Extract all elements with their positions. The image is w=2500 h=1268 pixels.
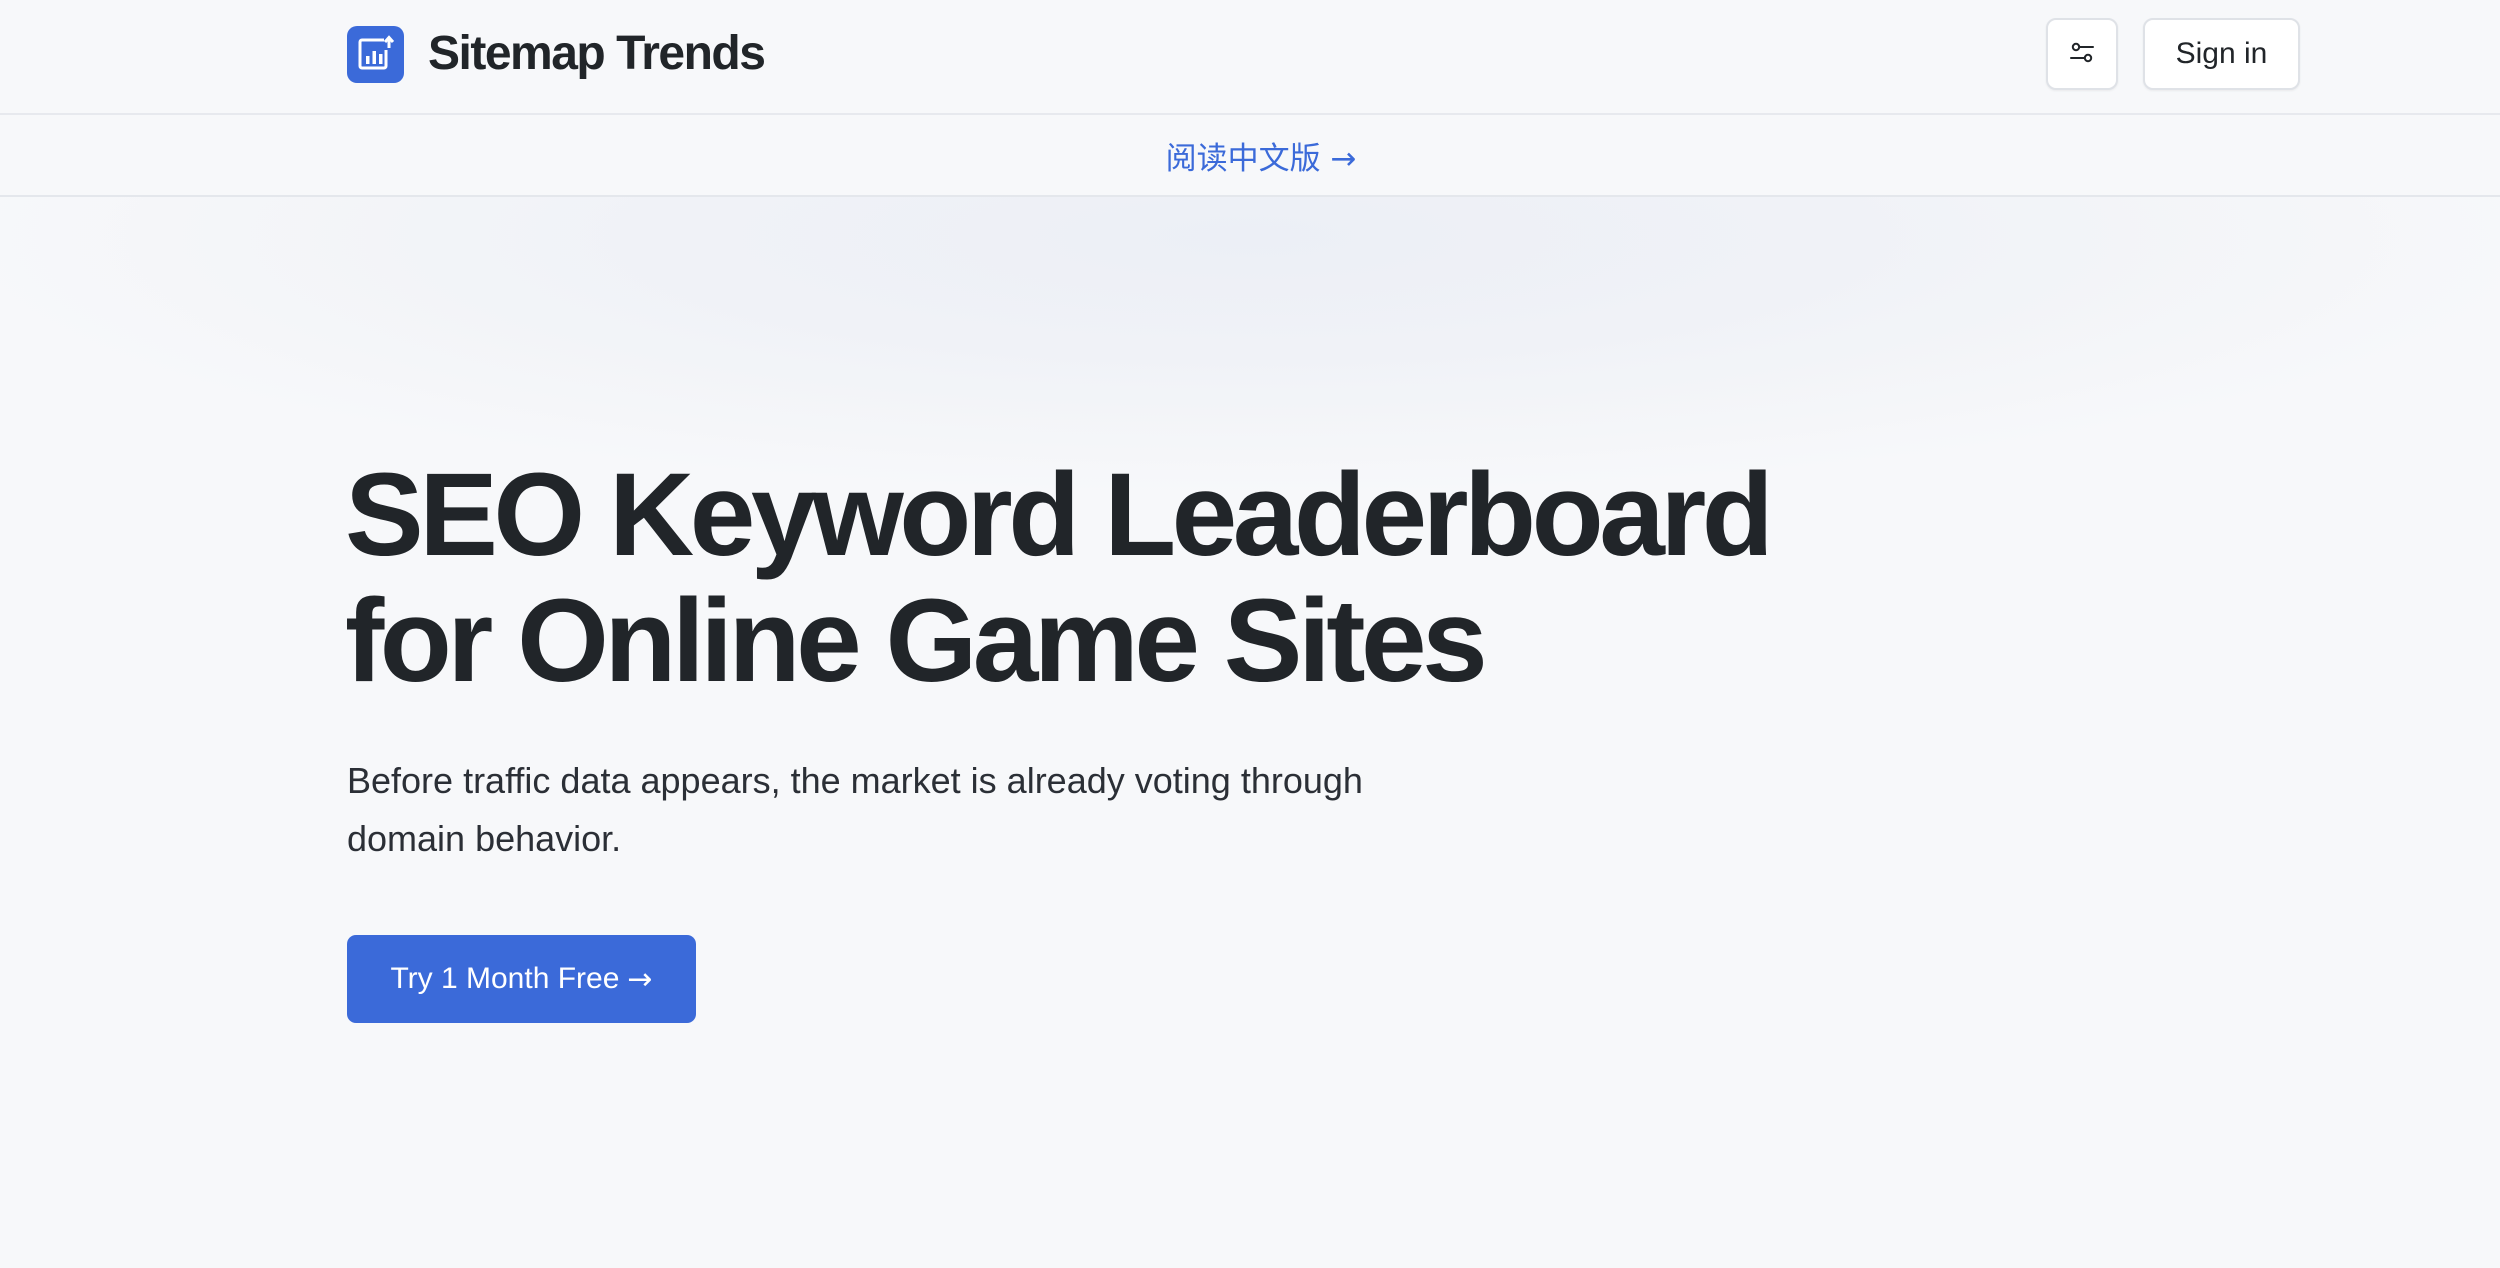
try-free-button-label: Try 1 Month Free bbox=[390, 962, 620, 995]
page: Sitemap Trends Sign in 阅读中文版 → SEO Keywo… bbox=[0, 0, 2500, 1268]
top-header: Sitemap Trends Sign in bbox=[0, 0, 2500, 115]
hero-section: SEO Keyword Leaderboard for Online Game … bbox=[0, 197, 2500, 1268]
language-banner: 阅读中文版 → bbox=[0, 115, 2500, 197]
page-title: SEO Keyword Leaderboard for Online Game … bbox=[345, 452, 2245, 704]
page-title-line-1: SEO Keyword Leaderboard bbox=[345, 449, 1774, 581]
page-title-line-2: for Online Game Sites bbox=[345, 575, 1488, 707]
brand-name: Sitemap Trends bbox=[428, 27, 766, 80]
bar-chart-trend-icon bbox=[347, 25, 404, 83]
brand-home-link[interactable]: Sitemap Trends bbox=[347, 25, 766, 83]
hero-subtitle-line-2: domain behavior. bbox=[347, 818, 622, 859]
settings-button[interactable] bbox=[2046, 18, 2118, 90]
sliders-icon bbox=[2067, 38, 2097, 71]
chinese-version-link[interactable]: 阅读中文版 → bbox=[1166, 133, 1357, 178]
hero-subtitle: Before traffic data appears, the market … bbox=[347, 752, 1507, 868]
hero-subtitle-line-1: Before traffic data appears, the market … bbox=[347, 760, 1363, 801]
try-free-button[interactable]: Try 1 Month Free → bbox=[347, 935, 696, 1023]
arrow-right-icon: → bbox=[627, 961, 653, 997]
sign-in-button[interactable]: Sign in bbox=[2143, 18, 2300, 90]
